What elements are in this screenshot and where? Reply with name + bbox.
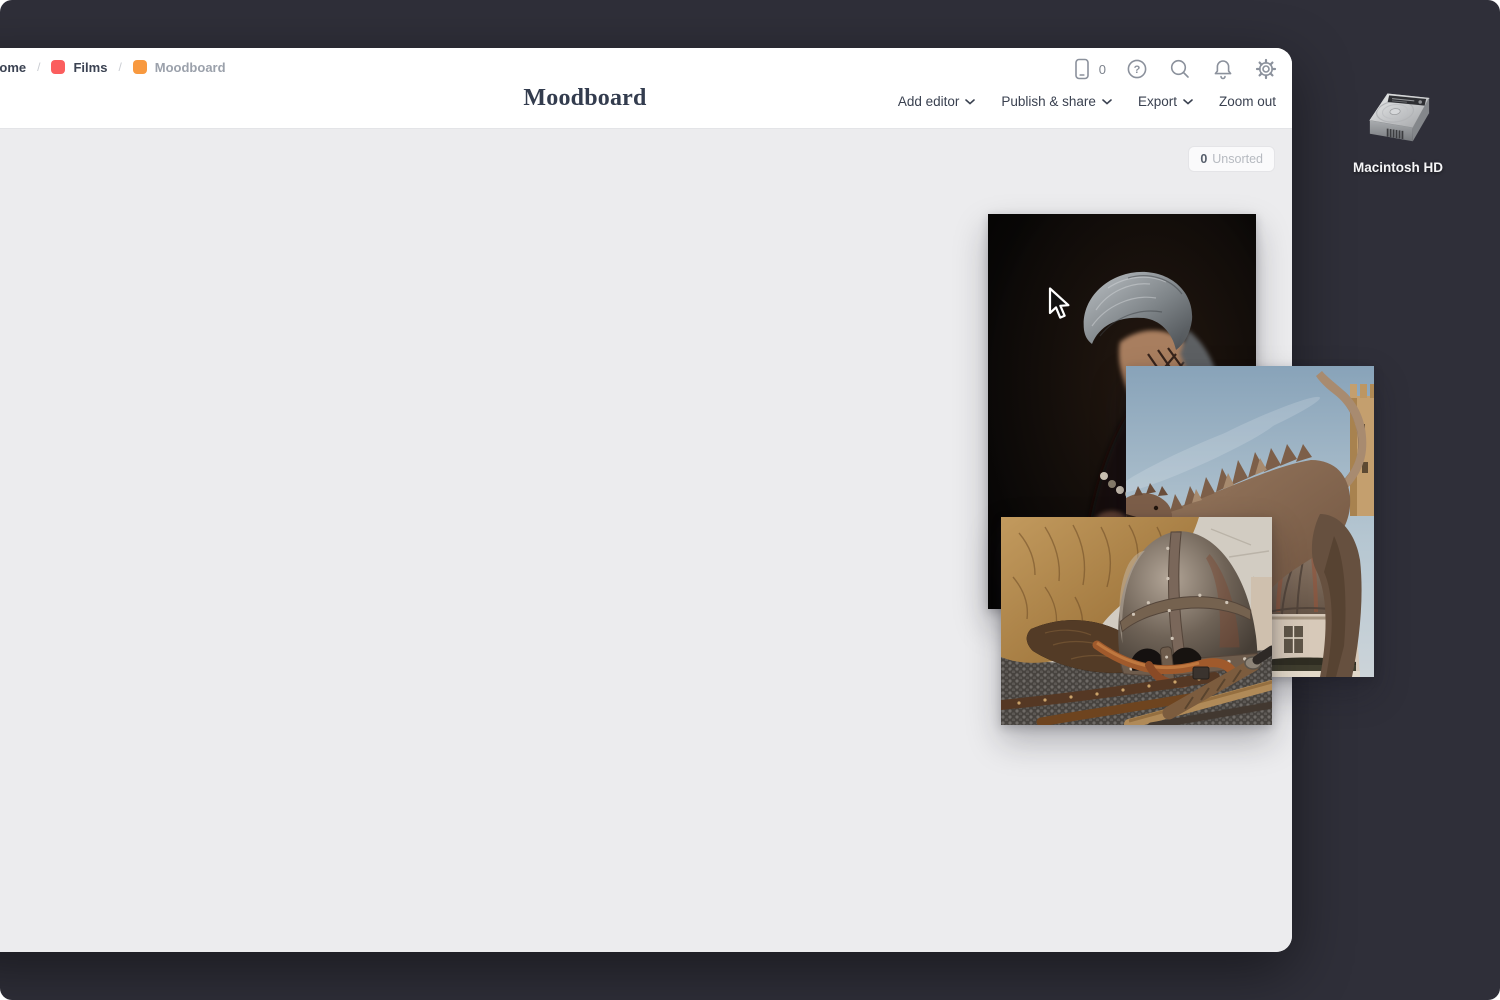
zoom-out-button[interactable]: Zoom out — [1219, 94, 1276, 109]
breadcrumb-films[interactable]: Films — [51, 60, 107, 75]
unsorted-count: 0 — [1200, 152, 1207, 166]
notifications-button[interactable] — [1211, 57, 1235, 81]
add-editor-button[interactable]: Add editor — [898, 94, 976, 109]
unsorted-badge[interactable]: 0 Unsorted — [1188, 146, 1275, 172]
device-preview-button[interactable]: 0 — [1070, 56, 1106, 82]
publish-share-button[interactable]: Publish & share — [1001, 94, 1112, 109]
breadcrumb-moodboard[interactable]: Moodboard — [133, 60, 226, 75]
search-button[interactable] — [1168, 57, 1192, 81]
device-preview-count: 0 — [1099, 62, 1106, 77]
help-icon: ? — [1125, 57, 1149, 81]
mobile-preview-icon — [1070, 56, 1094, 82]
settings-button[interactable] — [1254, 57, 1278, 81]
chevron-down-icon — [1102, 99, 1112, 105]
image-viking-helmet[interactable] — [1001, 517, 1272, 725]
hard-drive-icon — [1361, 82, 1435, 156]
breadcrumb-home[interactable]: Home — [0, 60, 26, 75]
window-header: Home / Films / Moodboard — [0, 48, 1292, 129]
search-icon — [1168, 57, 1192, 81]
bell-icon — [1211, 57, 1235, 81]
macintosh-hd-desktop-icon[interactable]: Macintosh HD — [1338, 82, 1458, 175]
gear-icon — [1254, 57, 1278, 81]
help-button[interactable]: ? — [1125, 57, 1149, 81]
export-button[interactable]: Export — [1138, 94, 1193, 109]
breadcrumb-separator: / — [118, 60, 121, 74]
header-toolbar: 0 ? — [1070, 55, 1278, 83]
page-title: Moodboard — [523, 85, 646, 112]
viking-photo — [1001, 517, 1272, 725]
chevron-down-icon — [1183, 99, 1193, 105]
breadcrumb-separator: / — [37, 60, 40, 74]
moodboard-board-icon — [133, 60, 147, 74]
chevron-down-icon — [965, 99, 975, 105]
desktop-screen: Macintosh HD Home / Films / Moodboard — [0, 0, 1500, 1000]
films-board-icon — [51, 60, 65, 74]
header-menu: Add editor Publish & share Export Zoom o… — [898, 94, 1276, 109]
help-glyph: ? — [1134, 64, 1141, 76]
breadcrumb: Home / Films / Moodboard — [0, 56, 226, 78]
unsorted-label: Unsorted — [1212, 152, 1263, 166]
disk-label: Macintosh HD — [1338, 160, 1458, 175]
